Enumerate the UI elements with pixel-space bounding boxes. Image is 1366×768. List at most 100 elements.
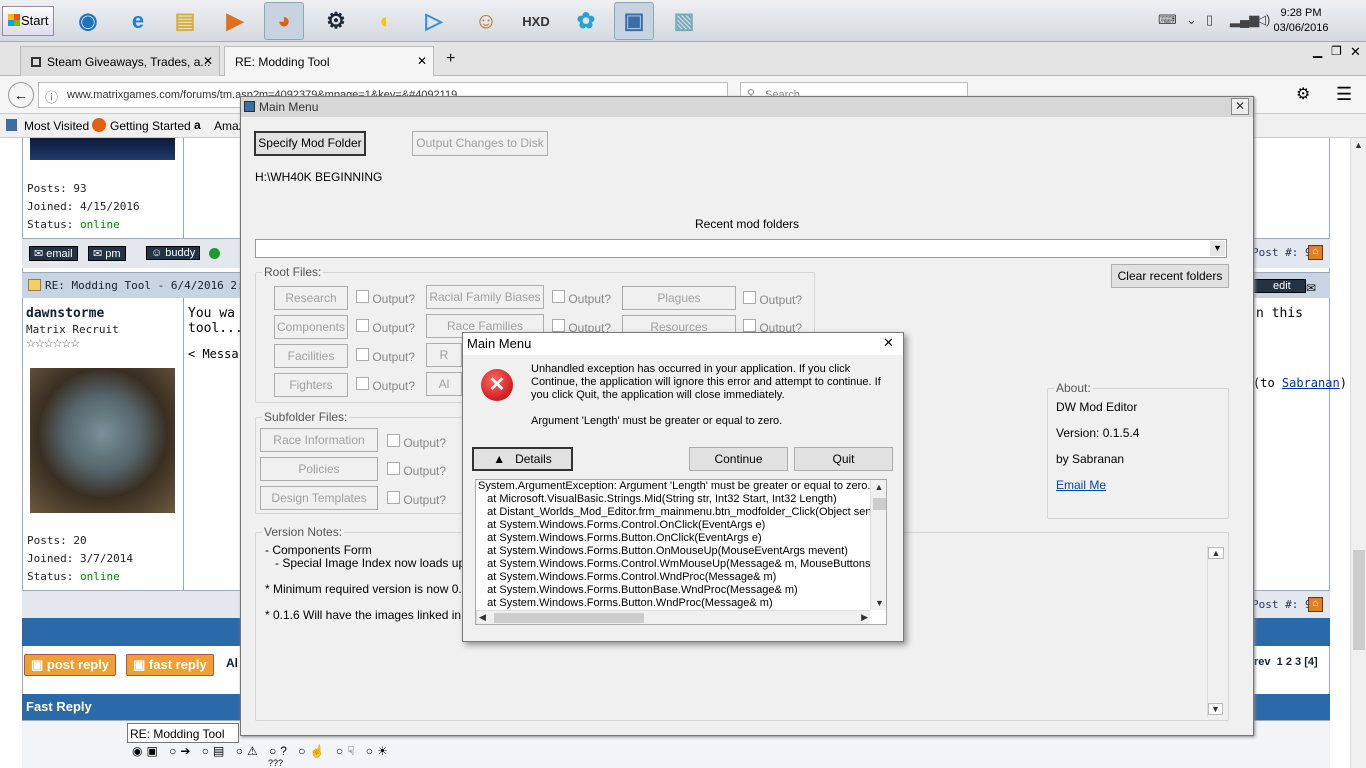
new-tab-icon[interactable]: + <box>446 50 455 68</box>
post-icon-radio-group[interactable]: ◉▣ ○➔ ○▤ ○⚠ ○? ○☝ ○☟ ○☀ <box>132 744 392 758</box>
signal-icon[interactable]: ▂▄▆ <box>1230 12 1259 28</box>
dropdown-arrow-icon[interactable]: ▼ <box>1210 241 1225 256</box>
race-info-output-checkbox[interactable] <box>387 434 400 447</box>
tab-modding-tool[interactable]: RE: Modding Tool ✕ <box>224 46 434 76</box>
details-scroll-down-icon[interactable]: ▼ <box>871 598 886 608</box>
top-icon-2[interactable]: ⌂ <box>1308 597 1323 612</box>
email-button[interactable]: ✉ email <box>29 246 78 261</box>
root-button-partial-1[interactable]: R <box>426 343 462 367</box>
file-explorer-icon[interactable]: ▤ <box>165 2 205 40</box>
design-templates-output[interactable]: Output? <box>387 491 446 507</box>
menu-icon[interactable]: ☰ <box>1336 84 1352 105</box>
tab-steam-giveaways[interactable]: Steam Giveaways, Trades, a... ✕ <box>20 46 220 76</box>
network-app-icon[interactable]: ✿ <box>566 2 606 40</box>
gog-galaxy-icon[interactable]: ◐ <box>366 2 406 40</box>
page-scroll-thumb[interactable] <box>1353 550 1365 650</box>
details-hscrollbar[interactable]: ◀ ▶ <box>476 610 870 624</box>
fighters-button[interactable]: Fighters <box>274 373 348 397</box>
resources-output-checkbox[interactable] <box>743 319 756 332</box>
details-scroll-up-icon[interactable]: ▲ <box>871 482 886 492</box>
clear-recent-folders-button[interactable]: Clear recent folders <box>1111 264 1229 288</box>
buddy-button[interactable]: ☺ buddy <box>146 246 201 260</box>
top-icon[interactable]: ⌂ <box>1308 245 1323 260</box>
edit-button[interactable]: edit <box>1252 279 1306 293</box>
race-families-output-checkbox[interactable] <box>552 319 565 332</box>
output-changes-button[interactable]: Output Changes to Disk <box>412 131 548 156</box>
details-scroll-right-icon[interactable]: ▶ <box>861 612 868 623</box>
policies-output[interactable]: Output? <box>387 462 446 478</box>
notes-scroll-down-icon[interactable]: ▼ <box>1208 703 1223 715</box>
close-browser-icon[interactable]: ✕ <box>1350 44 1361 60</box>
racial-biases-output-checkbox[interactable] <box>552 290 565 303</box>
post-reply-button[interactable]: ▣ post reply <box>24 654 117 676</box>
details-button[interactable]: ▲ Details <box>472 447 573 471</box>
plagues-output-checkbox[interactable] <box>743 291 756 304</box>
pm-button[interactable]: ✉ pm <box>88 246 126 261</box>
prev-link[interactable]: rev <box>1254 656 1271 668</box>
research-output[interactable]: Output? <box>356 290 415 306</box>
play-app-icon[interactable]: ▷ <box>414 2 454 40</box>
minimize-browser-icon[interactable]: ▁ <box>1313 44 1322 58</box>
close-tab-icon[interactable]: ✕ <box>203 54 213 68</box>
bookmark-most-visited[interactable]: Most Visited <box>24 119 89 133</box>
device-icon[interactable]: ▯ <box>1206 12 1213 28</box>
research-output-checkbox[interactable] <box>356 290 369 303</box>
info-icon[interactable]: ⓘ <box>45 87 58 106</box>
clock[interactable]: 9:28 PM 03/06/2016 <box>1266 6 1336 36</box>
show-hidden-icons[interactable]: ⌄ <box>1186 12 1197 28</box>
mail-icon[interactable]: ✉ <box>1306 281 1316 295</box>
components-output-checkbox[interactable] <box>356 319 369 332</box>
plagues-output[interactable]: Output? <box>743 291 802 307</box>
details-vscroll-thumb[interactable] <box>873 498 886 510</box>
sticky-notes-icon[interactable]: ▧ <box>664 2 704 40</box>
uplay-icon[interactable]: ◉ <box>68 2 108 40</box>
race-info-output[interactable]: Output? <box>387 434 446 450</box>
hxd-icon[interactable]: HXD <box>516 2 556 40</box>
facilities-output-checkbox[interactable] <box>356 348 369 361</box>
keyboard-icon[interactable]: ⌨ <box>1158 12 1177 28</box>
fighters-output-checkbox[interactable] <box>356 377 369 390</box>
steam-icon[interactable]: ⚙ <box>316 2 356 40</box>
page-links[interactable]: 1 2 3 <box>1277 656 1301 668</box>
recent-folders-dropdown[interactable]: ▼ <box>255 239 1227 258</box>
components-output[interactable]: Output? <box>356 319 415 335</box>
internet-explorer-icon[interactable]: e <box>118 2 158 40</box>
notes-scrollbar[interactable]: ▲ ▼ <box>1207 545 1224 717</box>
start-button[interactable]: Start <box>2 6 54 36</box>
race-information-button[interactable]: Race Information <box>260 428 378 452</box>
close-tab-icon[interactable]: ✕ <box>417 54 427 68</box>
scroll-up-icon[interactable]: ▲ <box>1351 140 1366 150</box>
bookmark-getting-started[interactable]: Getting Started <box>110 119 191 133</box>
fighters-output[interactable]: Output? <box>356 377 415 393</box>
policies-output-checkbox[interactable] <box>387 462 400 475</box>
notes-scroll-up-icon[interactable]: ▲ <box>1208 547 1224 559</box>
design-templates-button[interactable]: Design Templates <box>260 486 378 510</box>
details-vscrollbar[interactable]: ▲ ▼ <box>870 480 886 610</box>
research-button[interactable]: Research <box>274 286 348 310</box>
firefox-icon[interactable]: ◕ <box>264 2 304 40</box>
facilities-output[interactable]: Output? <box>356 348 415 364</box>
quit-button[interactable]: Quit <box>794 447 893 471</box>
facilities-button[interactable]: Facilities <box>274 344 348 368</box>
details-hscroll-thumb[interactable] <box>494 613 644 623</box>
main-close-icon[interactable]: ✕ <box>1231 98 1249 115</box>
page-scrollbar[interactable]: ▲ <box>1350 138 1366 768</box>
design-templates-output-checkbox[interactable] <box>387 491 400 504</box>
maximize-browser-icon[interactable]: ❐ <box>1331 44 1342 58</box>
specify-mod-folder-button[interactable]: Specify Mod Folder <box>254 131 366 156</box>
email-me-link[interactable]: Email Me <box>1056 478 1106 492</box>
exception-details[interactable]: System.ArgumentException: Argument 'Leng… <box>475 479 887 625</box>
window-app-icon[interactable]: ▣ <box>614 2 654 40</box>
racial-biases-output[interactable]: Output? <box>552 290 611 306</box>
username[interactable]: dawnstorme <box>26 306 104 321</box>
reply-subject-input[interactable]: RE: Modding Tool <box>127 723 239 743</box>
continue-button[interactable]: Continue <box>689 447 788 471</box>
racial-family-biases-button[interactable]: Racial Family Biases <box>426 285 544 309</box>
plagues-button[interactable]: Plagues <box>622 286 736 310</box>
dialog-close-icon[interactable]: ✕ <box>883 335 894 351</box>
all-forums-label[interactable]: Al <box>226 656 238 670</box>
details-scroll-left-icon[interactable]: ◀ <box>479 612 486 623</box>
policies-button[interactable]: Policies <box>260 457 378 481</box>
root-button-partial-2[interactable]: Al <box>426 372 462 396</box>
back-icon[interactable]: ← <box>8 82 34 108</box>
